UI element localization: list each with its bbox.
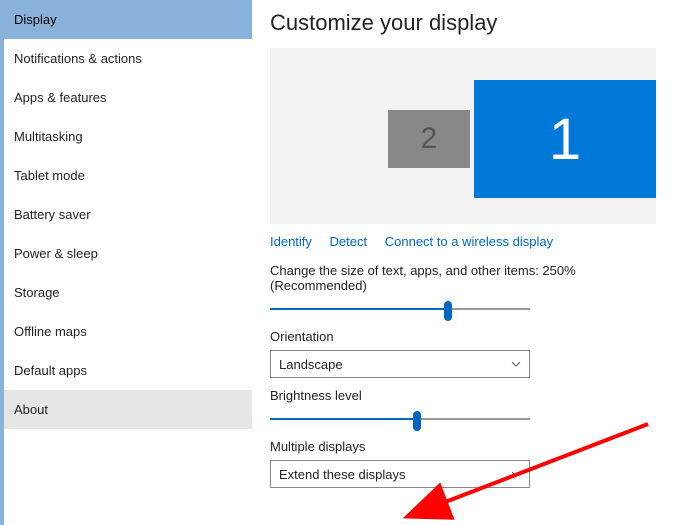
connect-wireless-link[interactable]: Connect to a wireless display (385, 234, 553, 249)
monitor-2[interactable]: 2 (388, 110, 470, 168)
sidebar-item-label: Apps & features (14, 90, 107, 105)
display-preview[interactable]: 2 1 (270, 48, 656, 224)
display-links: Identify Detect Connect to a wireless di… (270, 234, 656, 249)
orientation-select[interactable]: Landscape (270, 350, 530, 378)
sidebar-item-about[interactable]: About (4, 390, 252, 429)
brightness-label: Brightness level (270, 388, 656, 403)
main-content: Customize your display 2 1 Identify Dete… (252, 0, 674, 525)
chevron-down-icon (511, 469, 521, 479)
sidebar-item-offline-maps[interactable]: Offline maps (4, 312, 252, 351)
chevron-down-icon (511, 359, 521, 369)
scaling-label: Change the size of text, apps, and other… (270, 263, 656, 293)
identify-link[interactable]: Identify (270, 234, 312, 249)
sidebar-item-label: Storage (14, 285, 60, 300)
sidebar-item-multitasking[interactable]: Multitasking (4, 117, 252, 156)
sidebar-item-label: Tablet mode (14, 168, 85, 183)
sidebar-item-power-sleep[interactable]: Power & sleep (4, 234, 252, 273)
sidebar: Display Notifications & actions Apps & f… (0, 0, 252, 525)
sidebar-item-storage[interactable]: Storage (4, 273, 252, 312)
sidebar-item-battery-saver[interactable]: Battery saver (4, 195, 252, 234)
page-title: Customize your display (270, 10, 656, 36)
multiple-displays-label: Multiple displays (270, 439, 656, 454)
multiple-displays-select[interactable]: Extend these displays (270, 460, 530, 488)
detect-link[interactable]: Detect (330, 234, 368, 249)
orientation-value: Landscape (279, 357, 343, 372)
brightness-slider-thumb[interactable] (413, 411, 421, 431)
sidebar-item-label: Multitasking (14, 129, 83, 144)
monitor-1[interactable]: 1 (474, 80, 656, 198)
sidebar-item-apps[interactable]: Apps & features (4, 78, 252, 117)
monitor-2-label: 2 (421, 122, 438, 156)
scaling-slider-thumb[interactable] (444, 301, 452, 321)
monitor-1-label: 1 (549, 106, 581, 173)
scaling-slider[interactable] (270, 299, 530, 319)
multiple-displays-value: Extend these displays (279, 467, 405, 482)
sidebar-item-label: Default apps (14, 363, 87, 378)
sidebar-item-tablet-mode[interactable]: Tablet mode (4, 156, 252, 195)
orientation-label: Orientation (270, 329, 656, 344)
sidebar-item-label: Notifications & actions (14, 51, 142, 66)
sidebar-item-default-apps[interactable]: Default apps (4, 351, 252, 390)
sidebar-item-display[interactable]: Display (4, 0, 252, 39)
sidebar-item-label: Display (14, 12, 57, 27)
sidebar-item-notifications[interactable]: Notifications & actions (4, 39, 252, 78)
brightness-slider[interactable] (270, 409, 530, 429)
sidebar-item-label: Battery saver (14, 207, 91, 222)
sidebar-item-label: Offline maps (14, 324, 87, 339)
sidebar-item-label: Power & sleep (14, 246, 98, 261)
sidebar-item-label: About (14, 402, 48, 417)
